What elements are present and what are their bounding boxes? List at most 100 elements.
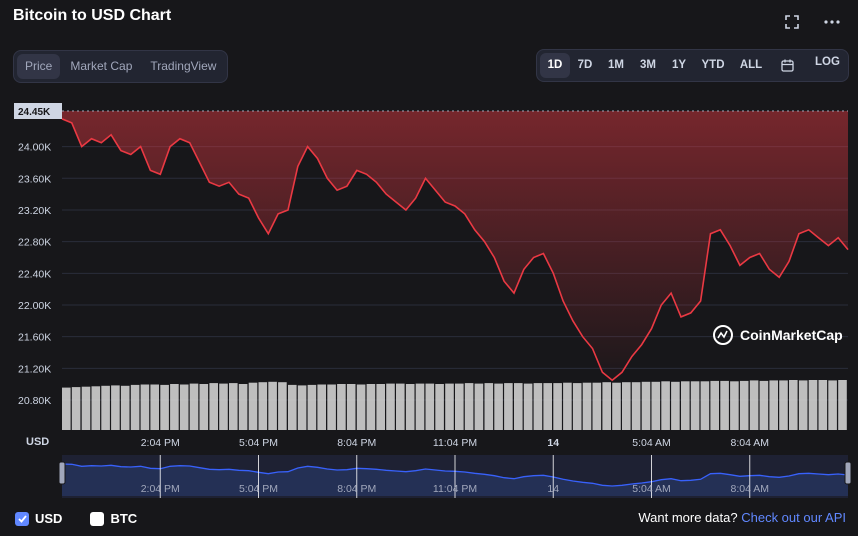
footer-api-promo: Want more data? Check out our API <box>638 510 846 525</box>
volume-bar <box>808 380 818 430</box>
volume-bar <box>91 386 101 430</box>
watermark-text: CoinMarketCap <box>740 327 843 343</box>
volume-bar <box>514 383 523 430</box>
navigator-handle-left <box>58 461 66 485</box>
volume-bar <box>327 384 336 430</box>
volume-bar <box>622 382 631 430</box>
x-tick-label: 11:04 PM <box>433 437 477 449</box>
coinmarketcap-watermark: CoinMarketCap <box>713 325 843 345</box>
volume-bar <box>838 380 847 430</box>
volume-bar <box>160 384 169 430</box>
y-tick-label: 22.80K <box>18 237 51 249</box>
api-link[interactable]: Check out our API <box>741 510 846 525</box>
volume-bar <box>130 384 140 430</box>
navigator: 2:04 PM 5:04 PM 8:04 PM 11:04 PM 14 5:04 AM 8:… <box>58 455 852 498</box>
footer-text: Want more data? <box>638 510 738 525</box>
x-tick-label: 2:04 PM <box>141 437 180 449</box>
volume-bar <box>494 383 503 430</box>
volume-bar <box>828 380 837 430</box>
volume-bar <box>504 383 513 430</box>
navigator-tick-label: 5:04 AM <box>632 483 671 495</box>
volume-bar <box>170 384 179 430</box>
y-tick-label: 23.20K <box>18 205 51 217</box>
volume-bar <box>533 383 543 430</box>
volume-bar <box>641 381 651 430</box>
volume-bar <box>268 381 277 430</box>
volume-bar <box>297 385 307 430</box>
navigator-handle-right <box>844 461 852 485</box>
volume-bar <box>307 384 317 430</box>
volume-bar <box>435 384 444 430</box>
volume-bar <box>101 385 110 430</box>
x-tick-label: 8:04 PM <box>337 437 376 449</box>
volume-bars <box>62 380 847 430</box>
x-tick-label: 5:04 AM <box>632 437 671 449</box>
y-tick-label: 21.60K <box>18 332 51 344</box>
volume-bar <box>209 383 218 430</box>
volume-bar <box>288 384 297 430</box>
volume-bar <box>386 383 395 430</box>
volume-bar <box>376 384 385 430</box>
x-axis-ticks: 2:04 PM 5:04 PM 8:04 PM 11:04 PM 14 5:04 AM 8:… <box>141 437 769 449</box>
navigator-tick-label: 2:04 PM <box>141 483 180 495</box>
volume-bar <box>366 384 376 430</box>
volume-bar <box>523 383 533 430</box>
y-tick-label: 22.00K <box>18 300 51 312</box>
volume-bar <box>651 381 661 430</box>
volume-bar <box>484 383 494 430</box>
volume-bar <box>681 381 690 430</box>
volume-bar <box>661 381 670 430</box>
volume-bar <box>749 380 759 430</box>
volume-bar <box>425 383 435 430</box>
volume-bar <box>572 383 582 430</box>
y-axis-ticks: 24.00K 23.60K 23.20K 22.80K 22.40K 22.00K 21.6… <box>18 142 51 407</box>
y-tick-label: 24.00K <box>18 142 51 154</box>
navigator-tick-label: 11:04 PM <box>433 483 477 495</box>
volume-bar <box>602 382 611 430</box>
volume-bar <box>396 383 405 430</box>
x-tick-label: 14 <box>547 437 559 449</box>
legend-btc-label: BTC <box>110 511 138 526</box>
volume-bar <box>759 380 769 430</box>
volume-bar <box>71 387 81 430</box>
volume-bar <box>189 383 199 430</box>
volume-bar <box>671 381 680 430</box>
volume-bar <box>248 382 258 430</box>
volume-bar <box>582 382 592 430</box>
volume-bar <box>700 381 710 430</box>
volume-bar <box>229 383 238 430</box>
current-price-label: 24.45K <box>18 107 51 118</box>
volume-bar <box>563 382 572 430</box>
volume-bar <box>631 382 641 430</box>
btc-checkbox[interactable] <box>90 511 105 526</box>
navigator-tick-label: 8:04 PM <box>337 483 376 495</box>
volume-bar <box>720 380 729 430</box>
volume-bar <box>238 384 248 430</box>
volume-bar <box>140 384 150 430</box>
y-tick-label: 23.60K <box>18 173 51 185</box>
navigator-tick-label: 5:04 PM <box>239 483 278 495</box>
volume-bar <box>789 380 798 430</box>
volume-bar <box>62 387 71 430</box>
volume-bar <box>337 384 346 430</box>
volume-bar <box>612 382 621 430</box>
volume-bar <box>739 380 749 430</box>
y-tick-label: 22.40K <box>18 268 51 280</box>
y-tick-label: 20.80K <box>18 395 51 407</box>
volume-bar <box>278 382 287 430</box>
volume-bar <box>730 381 739 430</box>
volume-bar <box>798 380 808 430</box>
volume-bar <box>356 384 366 430</box>
y-tick-label: 21.20K <box>18 363 51 375</box>
volume-bar <box>405 384 415 430</box>
volume-bar <box>779 380 788 430</box>
volume-bar <box>690 381 700 430</box>
price-chart[interactable]: 24.00K 23.60K 23.20K 22.80K 22.40K 22.00K 21.6… <box>0 0 858 536</box>
legend-usd-label: USD <box>35 511 63 526</box>
volume-bar <box>219 383 228 430</box>
usd-checkbox[interactable] <box>15 511 29 526</box>
volume-bar <box>150 384 159 430</box>
volume-bar <box>464 383 474 430</box>
volume-bar <box>199 384 209 430</box>
volume-bar <box>346 384 356 430</box>
